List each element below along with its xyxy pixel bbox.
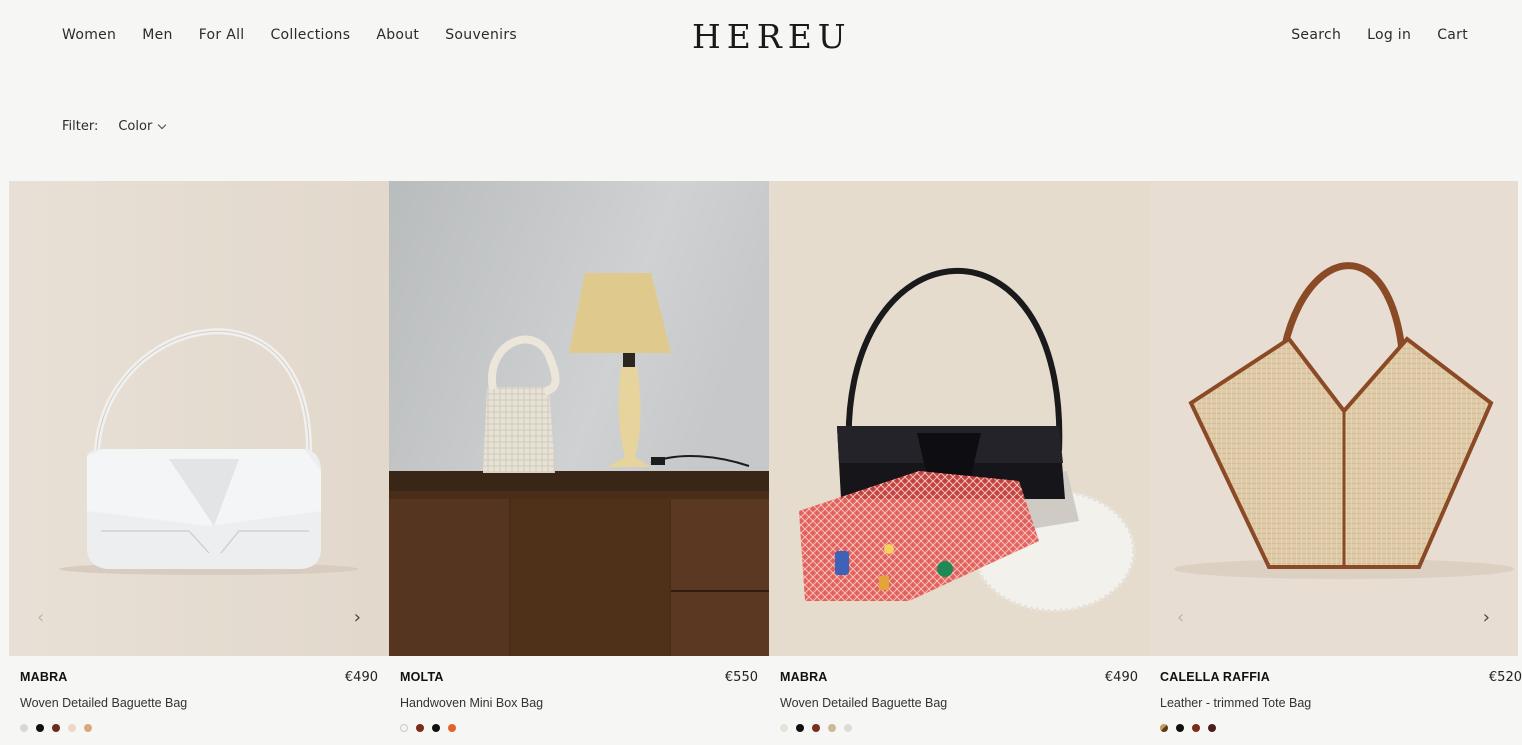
color-swatch[interactable] bbox=[796, 724, 804, 732]
nav-collections[interactable]: Collections bbox=[270, 27, 350, 43]
color-swatch[interactable] bbox=[84, 724, 92, 732]
prev-image-arrow[interactable]: ‹ bbox=[37, 607, 44, 628]
product-brand[interactable]: MABRA bbox=[780, 670, 828, 684]
color-swatches bbox=[400, 724, 456, 732]
color-swatches bbox=[20, 724, 92, 732]
product-grid: ‹ › MABRA €490 Woven Detailed Baguette B… bbox=[9, 181, 1522, 745]
product-name[interactable]: Handwoven Mini Box Bag bbox=[400, 696, 543, 710]
color-swatch[interactable] bbox=[432, 724, 440, 732]
product-price: €490 bbox=[344, 670, 378, 685]
color-swatches bbox=[1160, 724, 1216, 732]
raffia-tote-bag-photo bbox=[1149, 181, 1518, 656]
product-card[interactable]: ‹ › MABRA €490 Woven Detailed Baguette B… bbox=[9, 181, 389, 745]
product-info: MABRA €490 Woven Detailed Baguette Bag bbox=[769, 656, 1149, 745]
utility-menu: Search Log in Cart bbox=[1265, 27, 1468, 43]
color-filter-label: Color bbox=[118, 119, 153, 134]
product-name[interactable]: Woven Detailed Baguette Bag bbox=[780, 696, 947, 710]
nav-search[interactable]: Search bbox=[1291, 27, 1341, 43]
product-price: €550 bbox=[724, 670, 758, 685]
color-swatch[interactable] bbox=[68, 724, 76, 732]
filter-bar: Filter: Color bbox=[62, 119, 167, 134]
product-image[interactable]: ‹ › bbox=[9, 181, 389, 656]
next-image-arrow[interactable]: › bbox=[354, 607, 361, 628]
product-card[interactable]: ‹ › CALELLA RAFFIA €520 Leather - trimme… bbox=[1149, 181, 1522, 745]
color-swatch[interactable] bbox=[828, 724, 836, 732]
product-brand[interactable]: MABRA bbox=[20, 670, 68, 684]
nav-for-all[interactable]: For All bbox=[199, 27, 245, 43]
product-image[interactable]: ‹ › bbox=[1149, 181, 1518, 656]
product-image[interactable] bbox=[389, 181, 769, 656]
chevron-down-icon bbox=[158, 120, 167, 129]
color-swatch[interactable] bbox=[416, 724, 424, 732]
top-navigation: Women Men For All Collections About Souv… bbox=[0, 0, 1522, 78]
product-brand[interactable]: CALELLA RAFFIA bbox=[1160, 670, 1270, 684]
color-swatch[interactable] bbox=[1192, 724, 1200, 732]
color-swatches bbox=[780, 724, 852, 732]
color-swatch[interactable] bbox=[780, 724, 788, 732]
product-info: MOLTA €550 Handwoven Mini Box Bag bbox=[389, 656, 769, 745]
product-price: €520 bbox=[1488, 670, 1522, 685]
color-swatch[interactable] bbox=[400, 724, 408, 732]
product-name[interactable]: Woven Detailed Baguette Bag bbox=[20, 696, 187, 710]
filter-label: Filter: bbox=[62, 119, 99, 134]
product-price: €490 bbox=[1104, 670, 1138, 685]
nav-women[interactable]: Women bbox=[62, 27, 116, 43]
black-baguette-bag-photo bbox=[769, 181, 1149, 656]
color-swatch[interactable] bbox=[1208, 724, 1216, 732]
color-swatch[interactable] bbox=[20, 724, 28, 732]
product-info: CALELLA RAFFIA €520 Leather - trimmed To… bbox=[1149, 656, 1522, 745]
product-image[interactable] bbox=[769, 181, 1149, 656]
product-card[interactable]: MOLTA €550 Handwoven Mini Box Bag bbox=[389, 181, 769, 745]
brand-logo[interactable]: HEREU bbox=[692, 17, 852, 56]
nav-souvenirs[interactable]: Souvenirs bbox=[445, 27, 517, 43]
nav-cart[interactable]: Cart bbox=[1437, 27, 1468, 43]
product-brand[interactable]: MOLTA bbox=[400, 670, 444, 684]
mini-box-bag-photo bbox=[389, 181, 769, 656]
product-info: MABRA €490 Woven Detailed Baguette Bag bbox=[9, 656, 389, 745]
nav-men[interactable]: Men bbox=[142, 27, 172, 43]
next-image-arrow[interactable]: › bbox=[1483, 607, 1490, 628]
product-card[interactable]: MABRA €490 Woven Detailed Baguette Bag bbox=[769, 181, 1149, 745]
color-swatch[interactable] bbox=[52, 724, 60, 732]
color-swatch[interactable] bbox=[448, 724, 456, 732]
nav-about[interactable]: About bbox=[376, 27, 419, 43]
nav-login[interactable]: Log in bbox=[1367, 27, 1411, 43]
color-swatch[interactable] bbox=[1176, 724, 1184, 732]
color-swatch[interactable] bbox=[812, 724, 820, 732]
prev-image-arrow[interactable]: ‹ bbox=[1177, 607, 1184, 628]
white-baguette-bag-photo bbox=[9, 181, 389, 656]
color-swatch[interactable] bbox=[844, 724, 852, 732]
main-menu: Women Men For All Collections About Souv… bbox=[62, 27, 543, 43]
product-name[interactable]: Leather - trimmed Tote Bag bbox=[1160, 696, 1311, 710]
color-filter-dropdown[interactable]: Color bbox=[118, 119, 167, 134]
color-swatch[interactable] bbox=[36, 724, 44, 732]
color-swatch[interactable] bbox=[1160, 724, 1168, 732]
